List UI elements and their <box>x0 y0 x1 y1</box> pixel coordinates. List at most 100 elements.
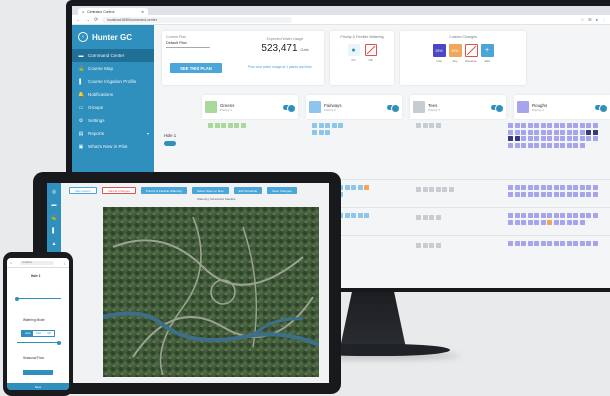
sidebar-item-command-center[interactable]: ▬ Command Center <box>72 49 154 62</box>
column-toggle[interactable] <box>595 103 608 113</box>
station-cell[interactable] <box>573 213 578 218</box>
station-cell[interactable] <box>514 241 520 246</box>
station-cell[interactable] <box>527 213 533 218</box>
phone-address-bar[interactable]: localhost <box>20 260 55 265</box>
sidebar-item-reports[interactable]: ▤ Reports ▾ <box>72 127 154 140</box>
station-cell[interactable] <box>416 215 421 220</box>
sidebar-item-notifications[interactable]: 🔔 Notifications <box>72 88 154 101</box>
station-cell[interactable] <box>547 136 552 141</box>
station-cell[interactable] <box>344 185 350 190</box>
phone-slider-knob[interactable] <box>15 296 19 301</box>
station-cell[interactable] <box>592 185 598 190</box>
station-cell[interactable] <box>547 213 552 218</box>
station-cell[interactable] <box>514 142 520 148</box>
station-cell[interactable] <box>364 213 369 218</box>
reload-icon[interactable]: ⟳ <box>94 17 98 23</box>
station-cell[interactable] <box>508 213 513 218</box>
back-icon[interactable]: ← <box>76 17 81 23</box>
segment-flex[interactable]: Flex <box>33 331 44 336</box>
column-tees[interactable]: Tees Priority 3 <box>410 95 506 119</box>
station-cell[interactable] <box>547 219 552 225</box>
map-icon[interactable]: ⛳ <box>51 215 57 221</box>
priority-on-option[interactable]: ● On <box>347 44 360 62</box>
station-cell[interactable] <box>560 241 565 246</box>
station-cell[interactable] <box>534 191 539 197</box>
station-cell[interactable] <box>560 191 565 197</box>
station-cell[interactable] <box>592 129 598 135</box>
station-cell[interactable] <box>579 129 585 135</box>
station-cell[interactable] <box>560 123 565 128</box>
station-cell[interactable] <box>416 243 421 248</box>
station-cell[interactable] <box>579 185 585 190</box>
map-view-options[interactable]: Watering Scheduled Satellite <box>197 197 235 201</box>
station-cell[interactable] <box>540 191 546 197</box>
column-toggle[interactable] <box>283 103 296 113</box>
station-cell[interactable] <box>540 241 546 246</box>
station-cell[interactable] <box>586 241 591 246</box>
bell-icon[interactable]: ▲ <box>52 241 57 247</box>
station-cell[interactable] <box>573 219 578 225</box>
station-cell[interactable] <box>566 129 572 135</box>
station-cell[interactable] <box>429 243 434 248</box>
station-cell[interactable] <box>240 123 246 128</box>
station-cell[interactable] <box>508 185 513 190</box>
station-cell[interactable] <box>540 136 546 141</box>
menu-icon[interactable]: ⋮ <box>63 261 66 265</box>
segment-off[interactable]: Off <box>44 331 53 336</box>
station-cell[interactable] <box>442 187 447 192</box>
station-cell[interactable] <box>514 136 520 141</box>
change-dry-option[interactable]: 50% Dry <box>448 44 462 63</box>
station-cell[interactable] <box>592 136 598 141</box>
station-cell[interactable] <box>429 215 434 220</box>
station-cell[interactable] <box>592 213 598 218</box>
station-cell[interactable] <box>527 136 533 141</box>
station-cell[interactable] <box>553 142 559 148</box>
station-cell[interactable] <box>540 123 546 128</box>
station-cell[interactable] <box>534 241 539 246</box>
column-fairways[interactable]: Fairways Priority 2 <box>306 95 402 119</box>
station-cell[interactable] <box>527 129 533 135</box>
station-cell[interactable] <box>540 142 546 148</box>
station-cell[interactable] <box>579 219 585 225</box>
profile-icon[interactable]: ● <box>596 17 598 22</box>
station-cell[interactable] <box>508 142 513 148</box>
hole-toggle[interactable] <box>164 141 176 146</box>
station-cell[interactable] <box>234 123 239 128</box>
station-cell[interactable] <box>514 123 520 128</box>
station-cell[interactable] <box>540 185 546 190</box>
station-cell[interactable] <box>547 191 552 197</box>
station-cell[interactable] <box>573 185 578 190</box>
station-cell[interactable] <box>435 243 441 248</box>
station-cell[interactable] <box>521 191 526 197</box>
station-cell[interactable] <box>560 219 565 225</box>
station-cell[interactable] <box>560 213 565 218</box>
station-cell[interactable] <box>540 213 546 218</box>
station-cell[interactable] <box>540 219 546 225</box>
station-cell[interactable] <box>534 136 539 141</box>
map-layers-button[interactable]: Map Layers <box>69 187 97 194</box>
phone-save-bar[interactable]: Save <box>7 383 69 390</box>
close-icon[interactable]: ✕ <box>141 10 144 14</box>
menu-icon[interactable]: ⋮ <box>602 17 606 22</box>
bookmark-icon[interactable]: ☆ <box>581 17 585 22</box>
station-cell[interactable] <box>422 123 428 128</box>
station-cell[interactable] <box>429 123 434 128</box>
station-cell[interactable] <box>318 123 324 128</box>
station-cell[interactable] <box>579 123 585 128</box>
station-cell[interactable] <box>514 213 520 218</box>
station-cell[interactable] <box>573 129 578 135</box>
station-cell[interactable] <box>547 185 552 190</box>
station-cell[interactable] <box>586 213 591 218</box>
sidebar-item-settings[interactable]: ⚙ Settings <box>72 114 154 127</box>
phone-action-button[interactable] <box>23 370 53 375</box>
station-cell[interactable] <box>566 219 572 225</box>
station-cell[interactable] <box>573 136 578 141</box>
home-icon[interactable]: ⌂ <box>10 261 12 265</box>
satellite-map[interactable] <box>103 207 319 377</box>
station-cell[interactable] <box>351 185 356 190</box>
phone-slider[interactable] <box>17 298 61 300</box>
station-cell[interactable] <box>527 191 533 197</box>
station-cell[interactable] <box>344 213 350 218</box>
select-sites-button[interactable]: Select Sites on Map <box>191 187 229 194</box>
station-cell[interactable] <box>566 123 572 128</box>
